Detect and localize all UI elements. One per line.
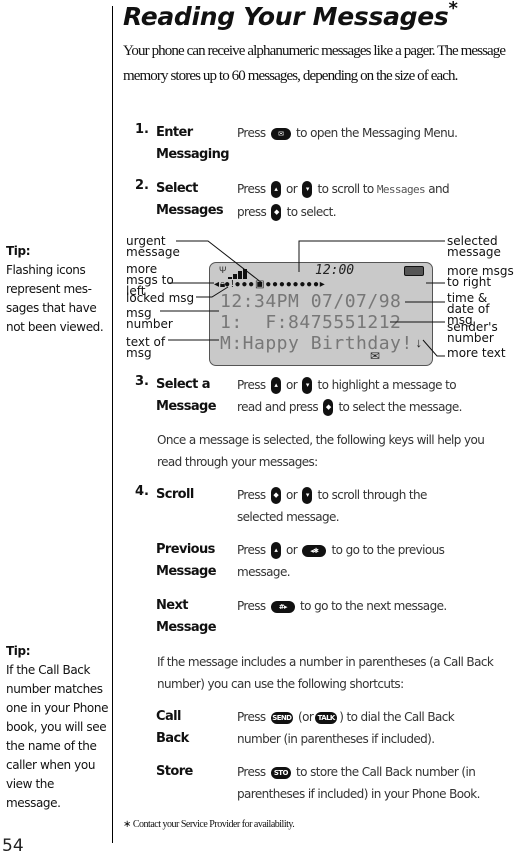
- step-label: Scroll: [156, 487, 194, 502]
- key-desc: Press #▸ to go to the next message.: [237, 599, 447, 613]
- step-desc: Press ◆ or ▾ to scroll through the selec…: [237, 487, 427, 524]
- sto-key-icon: STO: [270, 766, 291, 779]
- callback-intro-paragraph: If the message includes a number in pare…: [157, 655, 494, 691]
- step-desc: Press ▴ or ▾ to highlight a message to r…: [237, 377, 462, 416]
- footnote: ∗ Contact your Service Provider for avai…: [123, 819, 295, 830]
- send-key-icon: SEND: [270, 711, 293, 724]
- key-label: Next Message: [156, 598, 217, 635]
- tip-text: If the Call Back number matches one in y…: [6, 663, 109, 810]
- callout-lines: [160, 240, 445, 357]
- up-key-icon: ▴: [270, 542, 281, 559]
- step-number: 4.: [135, 484, 149, 499]
- page-number: 54: [2, 836, 24, 856]
- key-desc: Press SEND (or TALK) to dial the Call Bac…: [237, 710, 455, 746]
- talk-key-icon: TALK: [315, 711, 338, 724]
- key-desc: Press ▴ or ◂✱ to go to the previous mess…: [237, 542, 445, 579]
- up-key-icon: ▴: [270, 377, 281, 394]
- select-key-icon: ◆: [270, 487, 281, 504]
- down-key-icon: ▾: [302, 377, 313, 394]
- tip-label: Tip:: [6, 644, 31, 658]
- down-key-icon: ▾: [302, 487, 313, 504]
- step-label: Select a Message: [156, 377, 217, 414]
- select-key-icon: ◆: [323, 399, 334, 416]
- key-desc: Press STO to store the Call Back number …: [237, 765, 480, 801]
- star-key-icon: ◂✱: [302, 544, 327, 557]
- once-selected-paragraph: Once a message is selected, the followin…: [157, 433, 485, 469]
- pound-key-icon: #▸: [270, 600, 295, 613]
- key-label: Previous Message: [156, 542, 217, 579]
- key-label: Store: [156, 764, 193, 779]
- tip-call-back: Tip: If the Call Back number matches one…: [6, 642, 110, 813]
- key-label: Call Back: [156, 709, 189, 746]
- step-number: 3.: [135, 374, 149, 389]
